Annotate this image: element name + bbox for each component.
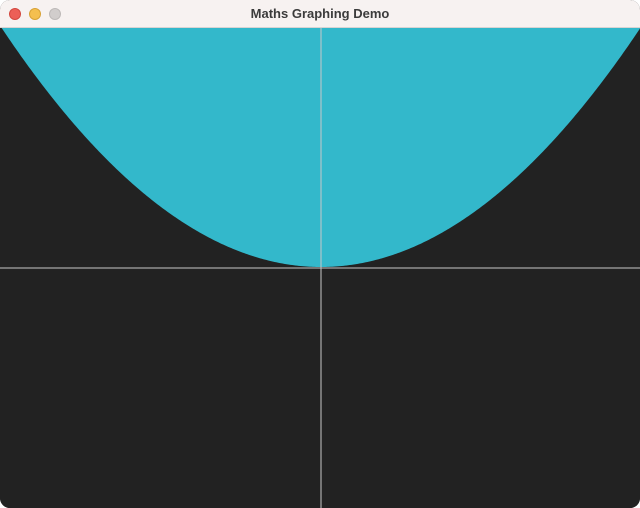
window-title: Maths Graphing Demo <box>250 6 390 21</box>
graph-canvas[interactable] <box>0 28 640 508</box>
title-bar[interactable]: Maths Graphing Demo <box>0 0 640 28</box>
app-window: Maths Graphing Demo <box>0 0 640 508</box>
